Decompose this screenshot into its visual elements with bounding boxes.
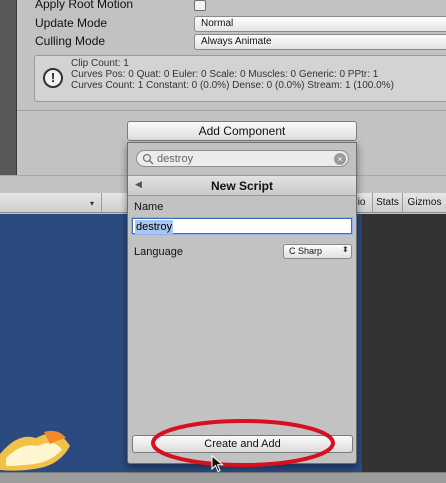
- apply-root-motion-label: Apply Root Motion: [35, 0, 134, 11]
- game-view: [362, 214, 446, 472]
- clip-info-box: ! Clip Count: 1 Curves Pos: 0 Quat: 0 Eu…: [34, 55, 446, 102]
- back-arrow-icon[interactable]: ◀: [135, 179, 142, 190]
- info-line-curves-pos: Curves Pos: 0 Quat: 0 Euler: 0 Scale: 0 …: [71, 69, 379, 80]
- language-dropdown[interactable]: C Sharp ⬍: [283, 244, 352, 259]
- popup-header: New Script ◀: [128, 175, 356, 196]
- add-component-button[interactable]: Add Component: [127, 121, 357, 141]
- search-icon: [142, 153, 154, 165]
- info-line-curves-count: Curves Count: 1 Constant: 0 (0.0%) Dense…: [71, 80, 394, 91]
- bottom-status-bar: [0, 472, 446, 483]
- script-name-field[interactable]: destroy: [132, 218, 352, 234]
- tab-stats[interactable]: Stats: [372, 193, 402, 213]
- update-mode-dropdown[interactable]: Normal: [194, 16, 446, 32]
- clear-icon[interactable]: ×: [334, 153, 346, 165]
- inspector-divider: [17, 110, 446, 111]
- flame-sprite: [0, 430, 70, 471]
- info-line-clip-count: Clip Count: 1: [71, 58, 129, 69]
- popup-title: New Script: [210, 179, 273, 193]
- left-strip: [0, 0, 17, 175]
- chevron-down-icon: ▾: [90, 199, 95, 208]
- name-label: Name: [134, 201, 164, 213]
- tab-gizmos[interactable]: Gizmos: [402, 193, 446, 213]
- update-mode-label: Update Mode: [35, 16, 108, 30]
- add-component-popup: × New Script ◀ Name destroy Language C S…: [127, 142, 357, 464]
- search-box[interactable]: ×: [136, 150, 349, 167]
- mouse-cursor-icon: [211, 455, 224, 473]
- culling-mode-label: Culling Mode: [35, 34, 106, 48]
- info-icon: !: [43, 68, 63, 88]
- search-input[interactable]: [157, 152, 317, 166]
- script-name-value: destroy: [135, 220, 174, 234]
- create-and-add-button[interactable]: Create and Add: [132, 435, 353, 453]
- culling-mode-dropdown[interactable]: Always Animate: [194, 34, 446, 50]
- scene-view-dropdown[interactable]: [0, 193, 102, 213]
- apply-root-motion-checkbox[interactable]: [194, 0, 206, 11]
- language-value: C Sharp: [289, 246, 323, 256]
- updown-arrows-icon: ⬍: [342, 245, 349, 254]
- language-label: Language: [134, 246, 183, 258]
